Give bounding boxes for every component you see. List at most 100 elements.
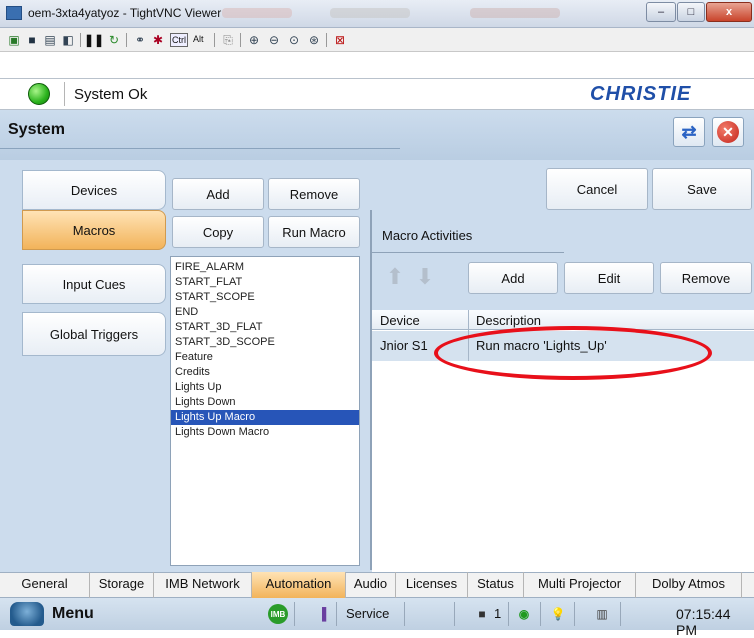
list-item[interactable]: END — [171, 305, 359, 320]
camera-count: 1 — [494, 606, 502, 621]
copy-macro-button[interactable]: Copy — [172, 216, 264, 248]
save-button[interactable]: Save — [652, 168, 752, 210]
tab-macros[interactable]: Macros — [22, 210, 166, 250]
status-separator — [620, 602, 621, 626]
edit-activity-button[interactable]: Edit — [564, 262, 654, 294]
start-menu-icon[interactable]: ✱ — [150, 32, 166, 48]
macro-activities-label: Macro Activities — [382, 228, 473, 243]
list-item[interactable]: FIRE_ALARM — [171, 260, 359, 275]
list-item[interactable]: START_3D_SCOPE — [171, 335, 359, 350]
tab-automation[interactable]: Automation — [252, 572, 346, 598]
service-icon[interactable]: ▐ — [312, 604, 332, 624]
tab-licenses[interactable]: Licenses — [396, 572, 468, 598]
header-separator — [64, 82, 65, 106]
column-header-description[interactable]: Description — [476, 313, 541, 328]
alt-key-toggle[interactable]: Alt — [192, 33, 205, 47]
refresh-button[interactable]: ⇄ — [673, 117, 705, 147]
tab-general[interactable]: General — [0, 572, 90, 598]
refresh-icon: ⇄ — [681, 121, 697, 142]
info-icon[interactable]: ◧ — [60, 32, 76, 48]
status-separator — [454, 602, 455, 626]
blurred-tab — [222, 8, 292, 18]
minimize-button[interactable]: – — [646, 2, 676, 22]
toolbar-separator — [326, 33, 327, 47]
blurred-tab — [470, 8, 560, 18]
service-label[interactable]: Service — [346, 606, 389, 621]
maximize-button[interactable]: □ — [677, 2, 705, 22]
zoom-fit-icon[interactable]: ⊛ — [306, 32, 322, 48]
tab-storage[interactable]: Storage — [90, 572, 154, 598]
remove-activity-button[interactable]: Remove — [660, 262, 752, 294]
cancel-button[interactable]: Cancel — [546, 168, 648, 210]
status-separator — [574, 602, 575, 626]
tightvnc-app-icon — [6, 6, 22, 20]
status-separator — [294, 602, 295, 626]
refresh-icon[interactable]: ↻ — [106, 32, 122, 48]
run-macro-button[interactable]: Run Macro — [268, 216, 360, 248]
label-underline — [372, 252, 564, 253]
status-separator — [540, 602, 541, 626]
title-underline — [0, 148, 400, 149]
vnc-toolbar: ▣ ■ ▤ ◧ ❚❚ ↻ ⚭ ✱ Ctrl Alt ⎘ ⊕ ⊖ ⊙ ⊛ ⊠ — [0, 28, 754, 52]
tab-imb-network[interactable]: IMB Network — [154, 572, 252, 598]
move-down-arrow-icon[interactable]: ⬇ — [414, 262, 436, 292]
list-item[interactable]: Lights Down Macro — [171, 425, 359, 440]
tab-dolby-atmos[interactable]: Dolby Atmos — [636, 572, 742, 598]
close-window-button[interactable]: x — [706, 2, 752, 22]
lamp-icon[interactable]: 💡 — [548, 604, 568, 624]
zoom-reset-icon[interactable]: ⊙ — [286, 32, 302, 48]
tab-audio[interactable]: Audio — [346, 572, 396, 598]
list-item[interactable]: Feature — [171, 350, 359, 365]
add-macro-button[interactable]: Add — [172, 178, 264, 210]
system-bar — [0, 110, 754, 160]
projector-menu-icon[interactable] — [10, 602, 44, 626]
menu-button[interactable]: Menu — [52, 605, 94, 623]
ctrl-key-toggle[interactable]: Ctrl — [170, 33, 188, 47]
list-item-selected[interactable]: Lights Up Macro — [171, 410, 359, 425]
tab-input-cues[interactable]: Input Cues — [22, 264, 166, 304]
douser-icon[interactable]: ▥ — [592, 604, 612, 624]
close-button[interactable]: ✕ — [712, 117, 744, 147]
ctrl-alt-del-icon[interactable]: ⚭ — [132, 32, 148, 48]
clipboard-icon[interactable]: ⎘ — [220, 32, 236, 48]
list-item[interactable]: Lights Up — [171, 380, 359, 395]
status-separator — [508, 602, 509, 626]
column-header-device[interactable]: Device — [380, 313, 420, 328]
power-status-icon[interactable]: ◉ — [514, 604, 534, 624]
add-activity-button[interactable]: Add — [468, 262, 558, 294]
list-item[interactable]: START_3D_FLAT — [171, 320, 359, 335]
tab-status[interactable]: Status — [468, 572, 524, 598]
toolbar-separator — [240, 33, 241, 47]
toolbar-separator — [80, 33, 81, 47]
pause-icon[interactable]: ❚❚ — [84, 32, 104, 48]
status-separator — [336, 602, 337, 626]
status-ok-icon — [28, 83, 50, 105]
fullscreen-icon[interactable]: ⊠ — [332, 32, 348, 48]
macro-list[interactable]: FIRE_ALARM START_FLAT START_SCOPE END ST… — [170, 256, 360, 566]
tab-global-triggers[interactable]: Global Triggers — [22, 312, 166, 356]
zoom-in-icon[interactable]: ⊕ — [246, 32, 262, 48]
status-text: System Ok — [74, 86, 148, 103]
tab-devices[interactable]: Devices — [22, 170, 166, 210]
christie-logo: CHRISTIE — [590, 83, 692, 105]
remove-macro-button[interactable]: Remove — [268, 178, 360, 210]
cell-device: Jnior S1 — [380, 338, 428, 353]
new-connection-icon[interactable]: ▣ — [6, 32, 22, 48]
move-up-arrow-icon[interactable]: ⬆ — [384, 262, 406, 292]
options-icon[interactable]: ▤ — [42, 32, 58, 48]
list-item[interactable]: START_SCOPE — [171, 290, 359, 305]
toolbar-separator — [214, 33, 215, 47]
status-separator — [404, 602, 405, 626]
list-item[interactable]: Lights Down — [171, 395, 359, 410]
imb-status-icon[interactable]: IMB — [268, 604, 288, 624]
close-icon: ✕ — [717, 121, 739, 143]
save-icon[interactable]: ■ — [24, 32, 40, 48]
list-item[interactable]: START_FLAT — [171, 275, 359, 290]
zoom-out-icon[interactable]: ⊖ — [266, 32, 282, 48]
blurred-tab — [330, 8, 410, 18]
camera-icon[interactable]: ■ — [472, 604, 492, 624]
tab-multi-projector[interactable]: Multi Projector — [524, 572, 636, 598]
window-titlebar[interactable]: oem-3xta4yatyoz - TightVNC Viewer – □ x — [0, 0, 754, 28]
highlight-ellipse-annotation — [434, 326, 712, 380]
list-item[interactable]: Credits — [171, 365, 359, 380]
